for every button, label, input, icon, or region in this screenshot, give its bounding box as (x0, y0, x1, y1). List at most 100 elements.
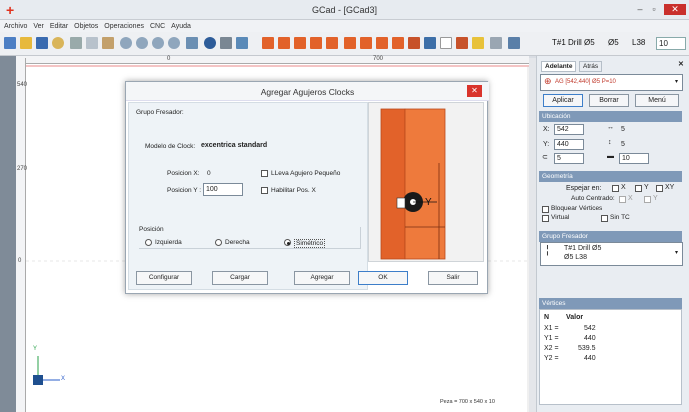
title-bar: GCad - [GCad3] (0, 0, 689, 20)
vertices-header-value: Valor (566, 314, 584, 321)
tab-forward[interactable]: Adelante (541, 61, 577, 72)
height-icon: ↕ (608, 139, 612, 146)
group-dropdown[interactable] (540, 242, 683, 266)
menu-objetos[interactable]: Objetos (74, 23, 98, 30)
menu-bar: Archivo Ver Editar Objetos Operaciones C… (0, 20, 689, 32)
panel-tool-3-icon[interactable] (294, 37, 306, 49)
drill-tool-icon[interactable] (456, 37, 468, 49)
minimize-button[interactable]: – (634, 4, 646, 15)
mirror-x-checkbox[interactable] (612, 185, 619, 192)
group-chevron-icon: ▾ (675, 250, 679, 256)
grid-icon[interactable] (236, 37, 248, 49)
zoom-out-icon[interactable] (136, 37, 148, 49)
zoom-all-icon[interactable] (168, 37, 180, 49)
vertex-value: 440 (584, 355, 596, 362)
save-icon[interactable] (36, 37, 48, 49)
virtual-checkbox[interactable] (542, 215, 549, 222)
small-hole-checkbox[interactable] (261, 170, 268, 177)
panel-tool-4-icon[interactable] (310, 37, 322, 49)
window-title: GCad - [GCad3] (311, 5, 378, 15)
radio-left-label: Izquierda (155, 239, 182, 246)
panel-tool-7-icon[interactable] (360, 37, 372, 49)
menu-cnc[interactable]: CNC (150, 23, 165, 30)
open-folder-icon[interactable] (20, 37, 32, 49)
pencil-tool-icon[interactable] (508, 37, 520, 49)
close-button[interactable]: ✕ (664, 4, 686, 15)
no-tc-checkbox[interactable] (601, 215, 608, 222)
layers-icon[interactable] (220, 37, 232, 49)
enable-pos-x-label: Habilitar Pos. X (271, 187, 316, 194)
delete-button[interactable]: Borrar (589, 94, 629, 107)
new-file-icon[interactable] (4, 37, 16, 49)
mirror-y-checkbox[interactable] (635, 185, 642, 192)
panel-tool-11-icon[interactable] (424, 37, 436, 49)
menu-operaciones[interactable]: Operaciones (104, 23, 144, 30)
zoom-window-icon[interactable] (152, 37, 164, 49)
panel-close-icon[interactable]: ✕ (678, 60, 684, 68)
dialog-close-button[interactable]: ✕ (467, 85, 482, 97)
x-input[interactable]: 542 (554, 124, 584, 135)
apply-button[interactable]: Aplicar (543, 94, 583, 107)
clock-preview: Y (368, 102, 484, 262)
cut-icon[interactable] (70, 37, 82, 49)
exit-button[interactable]: Salir (428, 271, 478, 285)
paste-icon[interactable] (102, 37, 114, 49)
group-line-2: Ø5 L38 (564, 254, 587, 261)
menu-ver[interactable]: Ver (33, 23, 44, 30)
group-label: Grupo Fresador: (136, 109, 184, 116)
height-value: 5 (621, 141, 625, 148)
pos-y-input[interactable]: 100 (203, 183, 243, 196)
panel-tool-6-icon[interactable] (344, 37, 356, 49)
measure-icon[interactable] (186, 37, 198, 49)
radio-left[interactable] (145, 239, 152, 246)
panel-tool-9-icon[interactable] (392, 37, 404, 49)
redraw-icon[interactable] (204, 37, 216, 49)
auto-center-y-checkbox[interactable] (644, 196, 651, 203)
configure-button[interactable]: Configurar (136, 271, 192, 285)
canvas-scrollbar[interactable] (529, 58, 536, 412)
copy-icon[interactable] (86, 37, 98, 49)
menu-button[interactable]: Menú (635, 94, 679, 107)
panel-tool-5-icon[interactable] (326, 37, 338, 49)
menu-archivo[interactable]: Archivo (4, 23, 27, 30)
add-button[interactable]: Agregar (294, 271, 350, 285)
auto-center-x-label: X (628, 195, 633, 202)
radio-symmetric[interactable] (284, 239, 291, 246)
y-input[interactable]: 440 (554, 139, 584, 150)
dialog-title: Agregar Agujeros Clocks (260, 87, 355, 97)
group-line-1: T#1 Drill Ø5 (564, 245, 602, 252)
panel-tool-8-icon[interactable] (376, 37, 388, 49)
delete-tool-icon[interactable] (490, 37, 502, 49)
tool-width-input[interactable]: 10 (656, 37, 686, 50)
z-label: ⊂ (542, 154, 548, 161)
dialog-title-bar: Agregar Agujeros Clocks (126, 82, 489, 101)
panel-tool-10-icon[interactable] (408, 37, 420, 49)
x-axis-label: X (61, 376, 66, 382)
star-tool-icon[interactable] (472, 37, 484, 49)
enable-pos-x-checkbox[interactable] (261, 187, 268, 194)
maximize-button[interactable]: ▫ (648, 4, 660, 15)
radio-right[interactable] (215, 239, 222, 246)
mirror-xy-checkbox[interactable] (656, 185, 663, 192)
ok-button[interactable]: OK (358, 271, 408, 285)
menu-ayuda[interactable]: Ayuda (171, 23, 191, 30)
selected-object-dropdown[interactable]: AG [542,440] Ø5 P=10 (540, 74, 683, 91)
panel-tool-1-icon[interactable] (262, 37, 274, 49)
panel-tool-2-icon[interactable] (278, 37, 290, 49)
z-input[interactable]: 5 (554, 153, 584, 164)
app-icon[interactable]: + (6, 2, 14, 18)
tab-back[interactable]: Atrás (579, 61, 603, 72)
tool-display[interactable]: T#1 Drill Ø5 Ø5 L38 (552, 38, 645, 47)
radio-right-label: Derecha (225, 239, 250, 246)
print-icon[interactable] (52, 37, 64, 49)
depth-input[interactable]: 10 (619, 153, 649, 164)
menu-editar[interactable]: Editar (50, 23, 68, 30)
preview-drawing (380, 108, 446, 260)
load-button[interactable]: Cargar (212, 271, 268, 285)
piece-size-status: Peza = 700 x 540 x 10 (440, 399, 495, 405)
auto-center-x-checkbox[interactable] (619, 196, 626, 203)
width-icon: ↔ (607, 124, 614, 131)
line-tool-icon[interactable] (440, 37, 452, 49)
lock-vertices-checkbox[interactable] (542, 206, 549, 213)
zoom-in-icon[interactable] (120, 37, 132, 49)
